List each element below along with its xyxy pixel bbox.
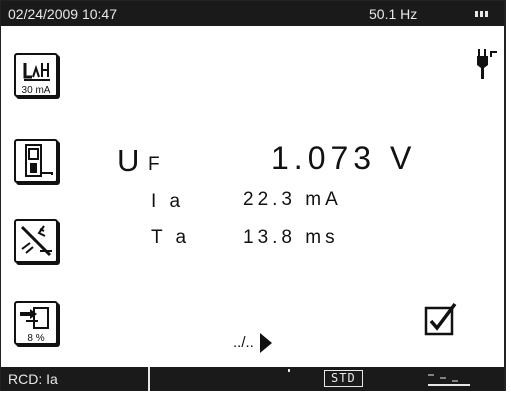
ta-label: T a: [151, 227, 191, 248]
pass-checkbox-icon: [424, 302, 457, 336]
ia-value: 22.3 mA: [243, 189, 342, 210]
function-label: RCD: Ia: [8, 371, 58, 387]
rcd-device-button[interactable]: [14, 139, 58, 183]
battery-icon: [475, 11, 488, 17]
uf-value: 1.073 V: [271, 140, 417, 176]
status-bar: 02/24/2009 10:47 50.1 Hz: [1, 1, 504, 26]
exit-icon: [20, 307, 49, 329]
disconnect-button[interactable]: [14, 219, 58, 263]
disconnect-icon: [20, 225, 52, 257]
function-bar: RCD: Ia STD: [1, 367, 504, 391]
frequency-label: 50.1 Hz: [369, 6, 418, 22]
ta-value: 13.8 ms: [243, 227, 339, 248]
rcd-current-label: 30 mA: [21, 85, 51, 96]
rcd-current-button[interactable]: 30 mA: [14, 53, 58, 97]
mode-badge: STD: [324, 370, 363, 387]
page-indicator: ../..: [233, 334, 254, 351]
rcd-current-icon: [23, 63, 50, 81]
uf-symbol: U: [117, 143, 144, 178]
plug-icon: [477, 49, 497, 79]
exit-label: 8 %: [27, 333, 45, 344]
uf-subscript: F: [148, 154, 162, 175]
next-page-icon[interactable]: [259, 332, 273, 354]
waveform-icon: [428, 374, 470, 386]
divider: [148, 367, 150, 391]
datetime-label: 02/24/2009 10:47: [8, 6, 117, 22]
rcd-device-icon: [25, 144, 53, 177]
instrument-screen: 02/24/2009 10:47 50.1 Hz 30 mA 8 % U F 1…: [0, 0, 506, 391]
exit-button[interactable]: 8 %: [14, 301, 58, 345]
marker-tick: [288, 369, 290, 372]
ia-label: I a: [151, 191, 185, 212]
